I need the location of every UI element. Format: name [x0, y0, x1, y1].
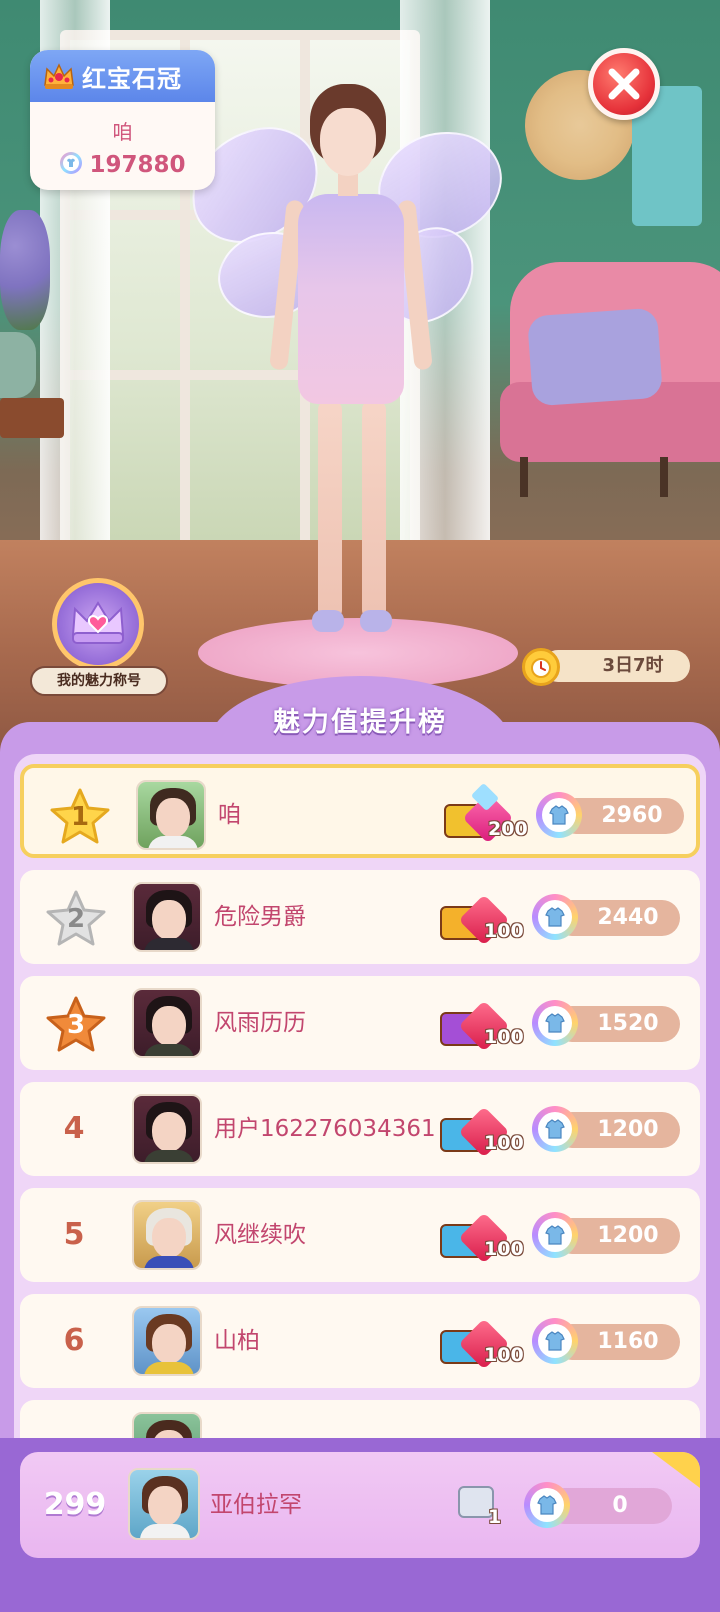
avatar-character[interactable] [179, 70, 511, 650]
close-button[interactable] [588, 48, 660, 120]
alarm-clock-icon [522, 648, 560, 686]
score-value: 1200 [597, 1117, 659, 1142]
title-card-header: 红宝石冠 [30, 50, 215, 102]
title-card[interactable]: 红宝石冠 咱 197880 [30, 50, 215, 190]
avatar[interactable] [132, 882, 202, 952]
score-value: 1160 [597, 1329, 659, 1354]
leaderboard-list[interactable]: 1 咱 200 2960 2 危险男爵 100 2440 3 风雨历历 100 … [14, 754, 706, 1474]
close-icon [608, 68, 640, 100]
ruby-crown-icon [42, 61, 76, 91]
event-timer: 3日7时 [522, 648, 690, 686]
shirt-icon [532, 1212, 578, 1258]
leaderboard-row[interactable]: 1 咱 200 2960 [20, 764, 700, 858]
avatar[interactable] [128, 1468, 200, 1540]
leaderboard-title: 魅力值提升榜 [273, 707, 447, 738]
charm-score: 0 [524, 1480, 674, 1530]
side-table [0, 398, 64, 438]
score-value: 0 [612, 1493, 628, 1518]
score-value: 2960 [601, 803, 663, 828]
charm-score-value: 197880 [89, 152, 186, 178]
score-value: 1200 [597, 1223, 659, 1248]
avatar[interactable] [132, 988, 202, 1058]
gift-count: 100 [484, 1238, 524, 1260]
charm-score: 197880 [30, 151, 215, 179]
player-name: 用户162276034361 [214, 1116, 436, 1142]
charm-title-badge[interactable] [52, 578, 144, 670]
rank-number: 5 [63, 1217, 85, 1252]
player-name: 山柏 [214, 1328, 260, 1354]
gift-chest-icon: 100 [440, 890, 532, 950]
rank-number: 4 [63, 1111, 85, 1146]
rank-gold-star-icon: 1 [48, 787, 112, 845]
charm-score: 2440 [532, 892, 682, 942]
gift-count: 1 [488, 1506, 502, 1528]
rank-silver-star-icon: 2 [44, 889, 108, 947]
charm-score: 1160 [532, 1316, 682, 1366]
avatar[interactable] [132, 1306, 202, 1376]
score-value: 2440 [597, 905, 659, 930]
shirt-icon [536, 792, 582, 838]
avatar[interactable] [132, 1200, 202, 1270]
shirt-icon [532, 894, 578, 940]
timer-text: 3日7时 [602, 655, 664, 676]
gift-chest-icon: 100 [440, 996, 532, 1056]
crown-badge-icon [71, 601, 125, 644]
title-name: 红宝石冠 [82, 64, 182, 93]
shirt-icon [532, 1318, 578, 1364]
gift-chest-icon: 100 [440, 1314, 532, 1374]
my-rank-card[interactable]: 299 亚伯拉罕 1 0 [20, 1452, 700, 1558]
avatar[interactable] [132, 1094, 202, 1164]
player-name: 亚伯拉罕 [210, 1492, 302, 1518]
my-rank-number: 299 [43, 1487, 107, 1522]
rank-number: 2 [66, 904, 86, 934]
shirt-icon [532, 1000, 578, 1046]
player-name: 危险男爵 [214, 904, 306, 930]
charm-score: 2960 [536, 790, 686, 840]
score-value: 1520 [597, 1011, 659, 1036]
leaderboard-row[interactable]: 3 风雨历历 100 1520 [20, 976, 700, 1070]
player-name: 咱 [218, 802, 241, 828]
rank-number: 3 [66, 1010, 86, 1040]
leaderboard-row[interactable]: 6 山柏 100 1160 [20, 1294, 700, 1388]
avatar[interactable] [136, 780, 206, 850]
shirt-icon [532, 1106, 578, 1152]
sofa [500, 262, 720, 497]
rank-bronze-star-icon: 3 [44, 995, 108, 1053]
player-name: 风继续吹 [214, 1222, 306, 1248]
gift-count: 100 [484, 920, 524, 942]
charm-score: 1200 [532, 1210, 682, 1260]
rank-number: 1 [70, 802, 90, 832]
charm-score: 1520 [532, 998, 682, 1048]
vase [0, 332, 36, 398]
gift-count: 100 [484, 1026, 524, 1048]
player-name: 风雨历历 [214, 1010, 306, 1036]
gift-chest-icon: 100 [440, 1102, 532, 1162]
shirt-icon [524, 1482, 570, 1528]
plant [0, 210, 50, 330]
gift-count: 100 [484, 1344, 524, 1366]
charm-score: 1200 [532, 1104, 682, 1154]
leaderboard-row[interactable]: 5 风继续吹 100 1200 [20, 1188, 700, 1282]
leaderboard-row[interactable]: 4 用户162276034361 100 1200 [20, 1082, 700, 1176]
charm-title-label[interactable]: 我的魅力称号 [30, 666, 168, 696]
player-name: 咱 [112, 120, 133, 144]
gift-count: 200 [488, 818, 528, 840]
gift-count: 100 [484, 1132, 524, 1154]
rank-number: 6 [63, 1323, 85, 1358]
gift-chest-icon: 100 [440, 1208, 532, 1268]
leaderboard-row[interactable]: 2 危险男爵 100 2440 [20, 870, 700, 964]
gift-chest-icon: 200 [444, 782, 536, 848]
charm-shirt-icon [59, 151, 83, 179]
